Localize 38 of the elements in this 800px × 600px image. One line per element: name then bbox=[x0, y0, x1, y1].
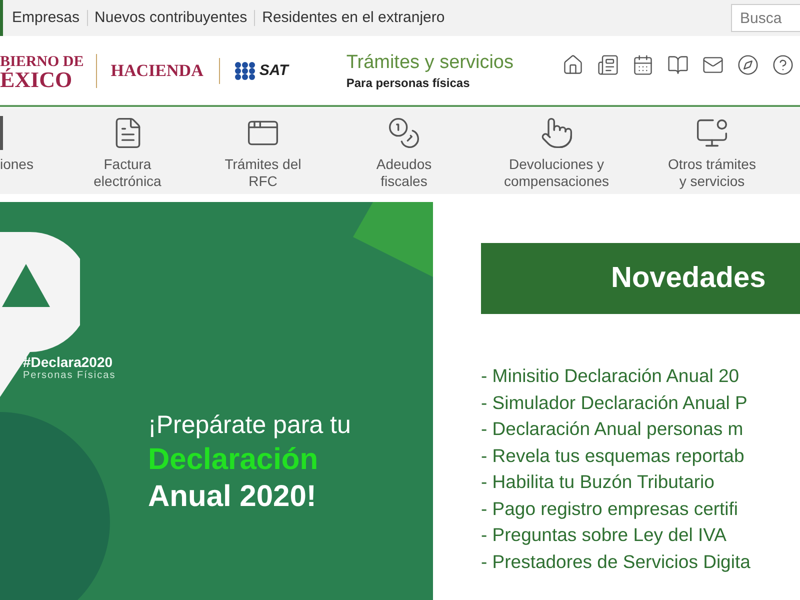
news-title: Novedades bbox=[611, 262, 766, 295]
hacienda-logo: HACIENDA bbox=[96, 58, 220, 84]
pointer-hand-icon bbox=[540, 116, 574, 150]
section-subtitle: Para personas físicas bbox=[346, 76, 471, 90]
section-title: Trámites y servicios bbox=[346, 52, 514, 74]
top-link[interactable]: Residentes en el extranjero bbox=[262, 10, 452, 26]
calendar-icon[interactable] bbox=[632, 54, 654, 76]
news-link[interactable]: - Habilita tu Buzón Tributario bbox=[481, 469, 800, 496]
home-icon[interactable] bbox=[562, 54, 584, 76]
news-link[interactable]: - Revela tus esquemas reportab bbox=[481, 442, 800, 469]
news-link[interactable]: - Minisitio Declaración Anual 20 bbox=[481, 363, 800, 390]
nav-item[interactable]: Trámites del RFC bbox=[193, 108, 333, 194]
banner-headline: Declaración bbox=[148, 442, 320, 478]
news-link[interactable]: - Simulador Declaración Anual P bbox=[481, 390, 800, 416]
news-link[interactable]: - Prestadores de Servicios Digita bbox=[481, 548, 800, 575]
news-link[interactable]: - Declaración Anual personas m bbox=[481, 416, 800, 442]
gobierno-logo: BIERNO DE ÉXICO bbox=[0, 54, 97, 88]
help-icon[interactable] bbox=[772, 54, 794, 76]
hashtag-subtitle: Personas Físicas bbox=[23, 370, 117, 381]
nav-item[interactable]: iones bbox=[0, 108, 62, 194]
compass-icon[interactable] bbox=[737, 54, 759, 76]
nav-item[interactable]: Devoluciones y compensaciones bbox=[475, 108, 638, 194]
top-link[interactable]: Nuevos contribuyentes bbox=[94, 10, 256, 26]
sat-logo-text: SAT bbox=[259, 62, 288, 79]
nav-item[interactable]: Otros trámites y servicios bbox=[638, 108, 786, 194]
nav-item[interactable]: Factura electrónica bbox=[62, 108, 193, 194]
hashtag-text: #Declara2020 bbox=[23, 354, 114, 370]
newspaper-icon[interactable] bbox=[597, 54, 619, 76]
banner-headline: Anual 2020! bbox=[148, 479, 318, 515]
top-link[interactable]: Empresas bbox=[12, 10, 88, 26]
search-field[interactable]: Busca bbox=[731, 4, 800, 32]
nav-item[interactable]: Adeudos fiscales bbox=[333, 108, 475, 194]
dots-icon bbox=[234, 62, 256, 80]
coins-icon bbox=[387, 116, 421, 150]
banner-headline: ¡Prepárate para tu bbox=[148, 410, 352, 441]
news-link[interactable]: - Pago registro empresas certifi bbox=[481, 496, 800, 522]
book-icon[interactable] bbox=[667, 54, 689, 76]
news-link[interactable]: - Preguntas sobre Ley del IVA bbox=[481, 522, 800, 548]
